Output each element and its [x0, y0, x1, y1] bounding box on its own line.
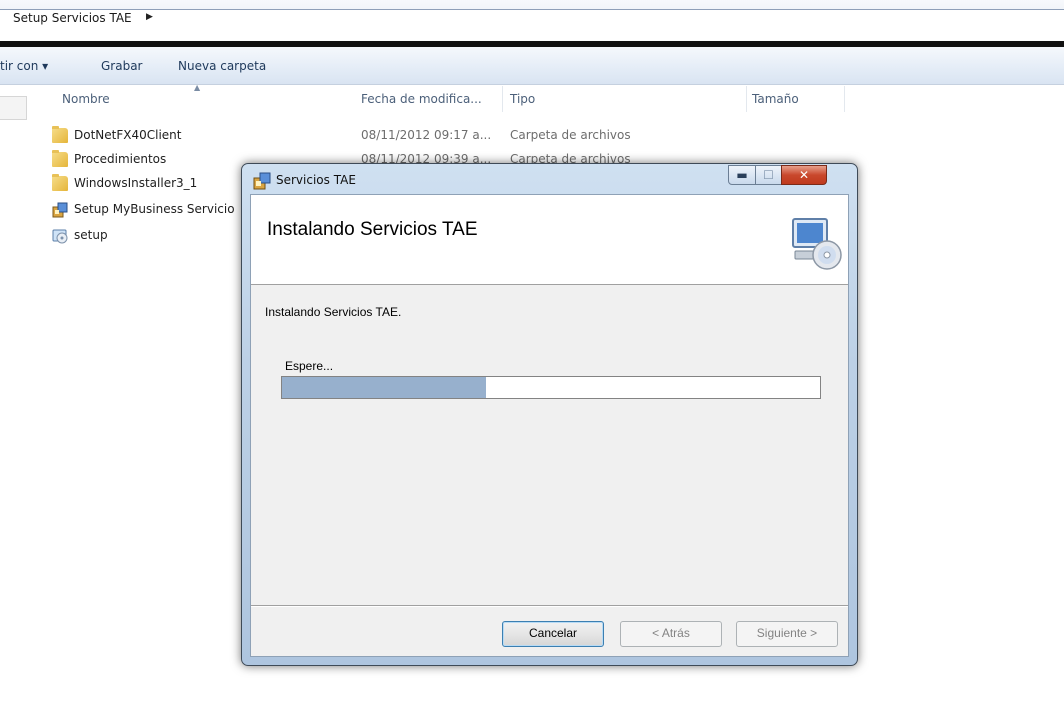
close-icon: ✕: [798, 168, 810, 182]
progress-bar-fill: [282, 377, 487, 398]
column-header-date[interactable]: Fecha de modifica...: [361, 92, 482, 106]
new-folder-button[interactable]: Nueva carpeta: [178, 59, 266, 73]
close-button[interactable]: ✕: [781, 165, 827, 185]
status-message: Instalando Servicios TAE.: [265, 305, 402, 319]
minimize-button[interactable]: ▬: [728, 165, 756, 185]
sort-ascending-icon: ▲: [194, 83, 201, 92]
breadcrumb-arrow-icon[interactable]: ▶: [146, 12, 153, 22]
column-divider[interactable]: [502, 86, 503, 112]
navigation-pane-edge[interactable]: [0, 96, 27, 120]
file-name: Setup MyBusiness Servicio: [74, 202, 235, 216]
cancel-button[interactable]: Cancelar: [502, 621, 604, 647]
folder-icon: [52, 174, 68, 191]
progress-bar: [281, 376, 821, 399]
dialog-client-area: Instalando Servicios TAE Instalando Serv…: [250, 194, 849, 657]
next-button[interactable]: Siguiente >: [736, 621, 838, 647]
column-header-size[interactable]: Tamaño: [752, 92, 799, 106]
dialog-title: Servicios TAE: [276, 173, 356, 187]
button-separator: [251, 605, 848, 607]
share-with-button[interactable]: tir con ▾: [0, 59, 48, 73]
file-date: 08/11/2012 09:17 a...: [361, 128, 492, 142]
dialog-heading: Instalando Servicios TAE: [267, 219, 478, 240]
setup-exe-icon: [52, 228, 68, 244]
file-name: setup: [74, 228, 108, 242]
file-name: WindowsInstaller3_1: [74, 176, 198, 190]
breadcrumb[interactable]: Setup Servicios TAE: [13, 11, 132, 25]
minimize-icon: ▬: [736, 168, 748, 182]
wait-label: Espere...: [285, 359, 334, 373]
command-bar: tir con ▾ Grabar Nueva carpeta: [0, 47, 1064, 85]
folder-icon: [52, 150, 68, 167]
column-divider[interactable]: [844, 86, 845, 112]
address-bar: Setup Servicios TAE ▶: [0, 0, 1064, 30]
column-header-name[interactable]: Nombre: [62, 92, 110, 106]
column-divider[interactable]: [746, 86, 747, 112]
msi-package-icon: [52, 202, 68, 218]
burn-button[interactable]: Grabar: [101, 59, 143, 73]
column-header-type[interactable]: Tipo: [510, 92, 535, 106]
folder-icon: [52, 126, 68, 143]
installer-package-icon: [253, 172, 271, 190]
maximize-icon: ☐: [763, 168, 774, 182]
back-button[interactable]: < Atrás: [620, 621, 722, 647]
file-name: DotNetFX40Client: [74, 128, 182, 142]
installer-dialog[interactable]: Servicios TAE ▬ ☐ ✕ Instalando Servicios…: [241, 163, 858, 666]
file-name: Procedimientos: [74, 152, 167, 166]
file-row[interactable]: DotNetFX40Client 08/11/2012 09:17 a... C…: [52, 126, 752, 146]
computer-cd-icon: [787, 213, 845, 273]
dialog-banner: Instalando Servicios TAE: [251, 195, 848, 285]
maximize-button[interactable]: ☐: [755, 165, 782, 185]
file-type: Carpeta de archivos: [510, 128, 631, 142]
address-field[interactable]: [0, 9, 1064, 30]
